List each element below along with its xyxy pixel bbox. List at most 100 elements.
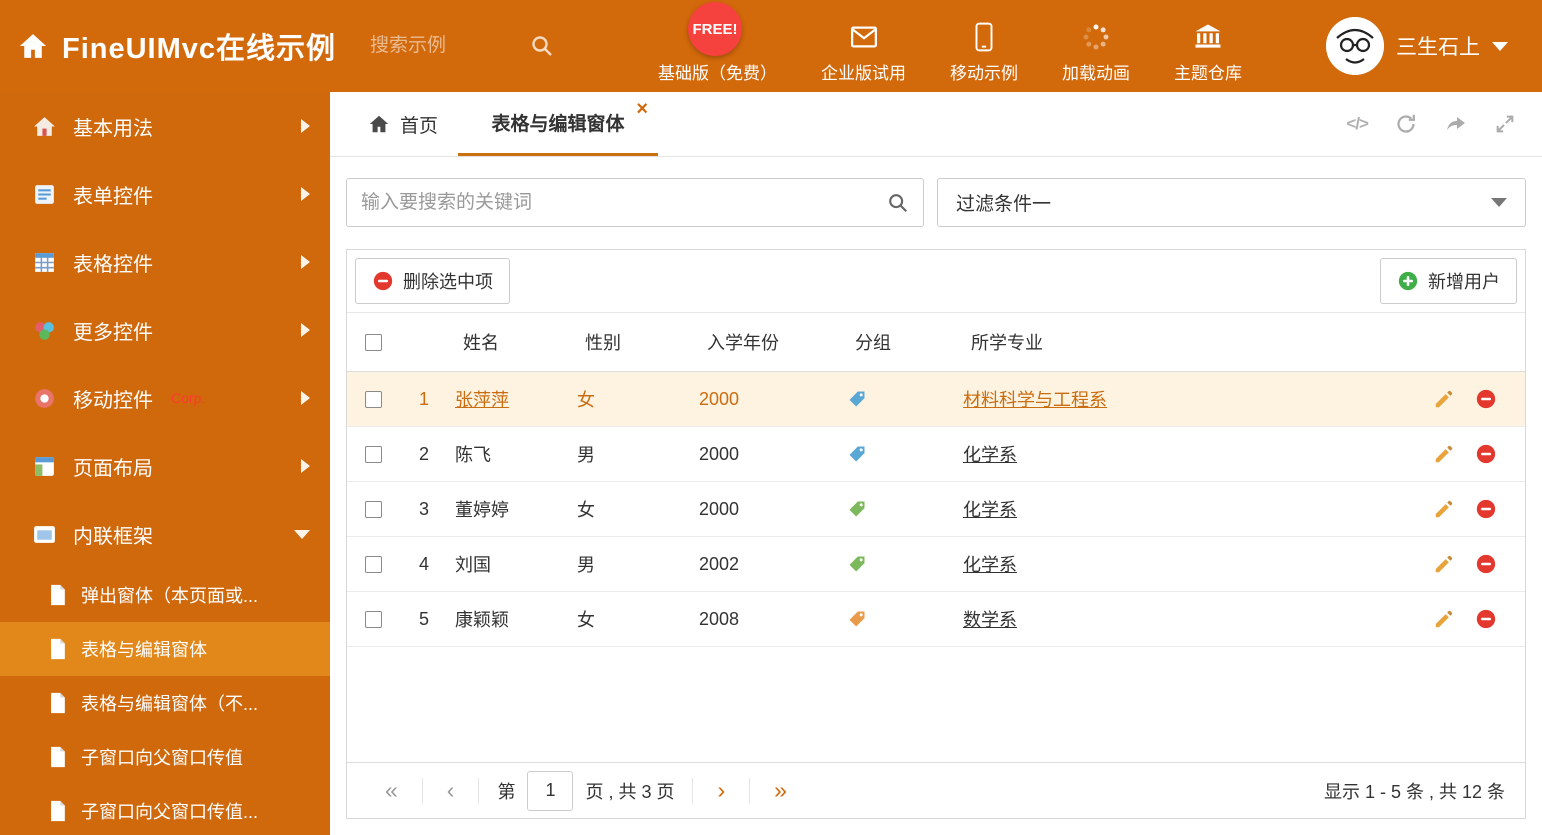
table-row[interactable]: 1 张萍萍 女 2000 材料科学与工程系 [347, 372, 1525, 427]
page-label-prefix: 第 [497, 781, 516, 802]
table-row[interactable]: 4 刘国 男 2002 化学系 [347, 537, 1525, 592]
tab-home[interactable]: 首页 [360, 92, 446, 156]
next-page-icon[interactable]: › [693, 779, 749, 802]
edit-icon[interactable] [1433, 608, 1455, 630]
delete-icon[interactable] [1475, 553, 1497, 575]
select-all-checkbox[interactable] [364, 333, 382, 351]
delete-icon[interactable] [1475, 388, 1497, 410]
delete-icon[interactable] [1475, 608, 1497, 630]
close-icon[interactable]: × [636, 99, 648, 119]
view-source-icon[interactable]: </> [1346, 114, 1369, 134]
sidebar-item-form-controls[interactable]: 表单控件 [0, 160, 330, 228]
year-cell: 2000 [699, 388, 740, 409]
row-checkbox[interactable] [364, 555, 382, 573]
major-link[interactable]: 化学系 [963, 445, 1017, 465]
first-page-icon[interactable]: « [361, 779, 422, 802]
nav-item-loading-animation[interactable]: 加载动画 [1062, 9, 1130, 84]
corp-badge: Corp. [171, 390, 206, 406]
pagination-bar: « ‹ 第 页 , 共 3 页 › » 显示 1 - 5 条 , 共 12 条 [347, 762, 1525, 818]
tag-icon [841, 389, 957, 409]
major-cell: 化学系 [957, 551, 1405, 577]
file-icon [48, 746, 67, 768]
page-number-input[interactable] [527, 770, 574, 811]
sidebar-subitem-label: 表格与编辑窗体 [81, 640, 207, 660]
nav-label: 企业版试用 [821, 63, 907, 83]
mobile-icon [972, 22, 996, 52]
student-name-link[interactable]: 陈飞 [449, 441, 571, 467]
tab-grid-edit-window[interactable]: 表格与编辑窗体 × [458, 92, 659, 156]
sidebar-subitem-label: 表格与编辑窗体（不... [81, 694, 259, 714]
gender-cell: 女 [577, 500, 595, 520]
keyword-search-input[interactable] [361, 191, 887, 214]
major-link[interactable]: 化学系 [963, 555, 1017, 575]
sidebar-item-page-layout[interactable]: 页面布局 [0, 432, 330, 500]
delete-icon[interactable] [1475, 443, 1497, 465]
delete-selected-button[interactable]: 删除选中项 [355, 258, 510, 304]
row-checkbox[interactable] [364, 500, 382, 518]
prev-page-icon[interactable]: ‹ [423, 779, 479, 802]
sidebar-subitem-popup-window[interactable]: 弹出窗体（本页面或... [0, 568, 330, 622]
student-name-link[interactable]: 董婷婷 [449, 496, 571, 522]
keyword-search-box [346, 178, 924, 227]
row-number: 2 [418, 443, 429, 464]
table-empty-area [347, 647, 1525, 762]
delete-icon[interactable] [1475, 498, 1497, 520]
sidebar-item-grid-controls[interactable]: 表格控件 [0, 228, 330, 296]
gender-cell: 女 [577, 610, 595, 630]
forward-icon[interactable] [1444, 112, 1468, 136]
top-search-input[interactable] [370, 35, 531, 57]
student-name-link[interactable]: 刘国 [449, 551, 571, 577]
student-name-link[interactable]: 康颖颖 [449, 606, 571, 632]
sidebar-item-basic-usage[interactable]: 基本用法 [0, 92, 330, 160]
sidebar-item-more-controls[interactable]: 更多控件 [0, 296, 330, 364]
table-row[interactable]: 2 陈飞 男 2000 化学系 [347, 427, 1525, 482]
spinner-icon [1081, 22, 1111, 52]
chevron-down-icon [1492, 41, 1508, 51]
gender-cell: 男 [577, 445, 595, 465]
major-link[interactable]: 材料科学与工程系 [963, 390, 1107, 410]
top-header: FREE! FineUIMvc在线示例 基础版（免费） 企业版试用 [0, 0, 1542, 92]
major-cell: 数学系 [957, 606, 1405, 632]
major-link[interactable]: 数学系 [963, 610, 1017, 630]
sidebar-subitem-grid-edit-window-2[interactable]: 表格与编辑窗体（不... [0, 676, 330, 730]
table-row[interactable]: 3 董婷婷 女 2000 化学系 [347, 482, 1525, 537]
sidebar-subitem-child-to-parent-2[interactable]: 子窗口向父窗口传值... [0, 784, 330, 835]
year-cell: 2008 [699, 608, 740, 629]
record-summary: 显示 1 - 5 条 , 共 12 条 [1323, 781, 1505, 802]
table-row[interactable]: 5 康颖颖 女 2008 数学系 [347, 592, 1525, 647]
sidebar: 基本用法 表单控件 表格控件 更多控件 移动控件 Corp. 页面布局 内联框架… [0, 92, 330, 835]
table-icon [32, 250, 57, 275]
file-icon [48, 638, 67, 660]
tab-home-label: 首页 [400, 115, 439, 137]
edit-icon[interactable] [1433, 443, 1455, 465]
expand-icon[interactable] [1494, 113, 1516, 135]
search-icon[interactable] [887, 192, 909, 214]
edit-icon[interactable] [1433, 498, 1455, 520]
edit-icon[interactable] [1433, 388, 1455, 410]
search-icon[interactable] [530, 34, 554, 58]
sidebar-item-mobile-controls[interactable]: 移动控件 Corp. [0, 364, 330, 432]
nav-item-theme-store[interactable]: 主题仓库 [1174, 9, 1242, 84]
nav-item-mobile-demo[interactable]: 移动示例 [950, 9, 1018, 84]
column-header-gender: 性别 [585, 333, 621, 353]
row-checkbox[interactable] [364, 445, 382, 463]
row-checkbox[interactable] [364, 390, 382, 408]
row-actions [1405, 498, 1525, 520]
add-user-label: 新增用户 [1428, 272, 1500, 292]
last-page-icon[interactable]: » [750, 779, 811, 802]
refresh-icon[interactable] [1394, 112, 1418, 136]
student-name-link[interactable]: 张萍萍 [449, 386, 571, 412]
sidebar-subitem-grid-edit-window[interactable]: 表格与编辑窗体 [0, 622, 330, 676]
sidebar-subitem-child-to-parent[interactable]: 子窗口向父窗口传值 [0, 730, 330, 784]
major-link[interactable]: 化学系 [963, 500, 1017, 520]
add-user-button[interactable]: 新增用户 [1380, 258, 1517, 304]
minus-circle-icon [372, 270, 394, 292]
nav-item-enterprise-trial[interactable]: 企业版试用 [821, 9, 906, 84]
brand[interactable]: FineUIMvc在线示例 [0, 25, 336, 67]
user-menu[interactable]: 三生石上 [1326, 17, 1542, 75]
sidebar-item-iframe[interactable]: 内联框架 [0, 500, 330, 568]
row-checkbox[interactable] [364, 610, 382, 628]
filter-dropdown[interactable]: 过滤条件一 [937, 178, 1526, 227]
edit-icon[interactable] [1433, 553, 1455, 575]
chevron-right-icon [301, 119, 310, 133]
